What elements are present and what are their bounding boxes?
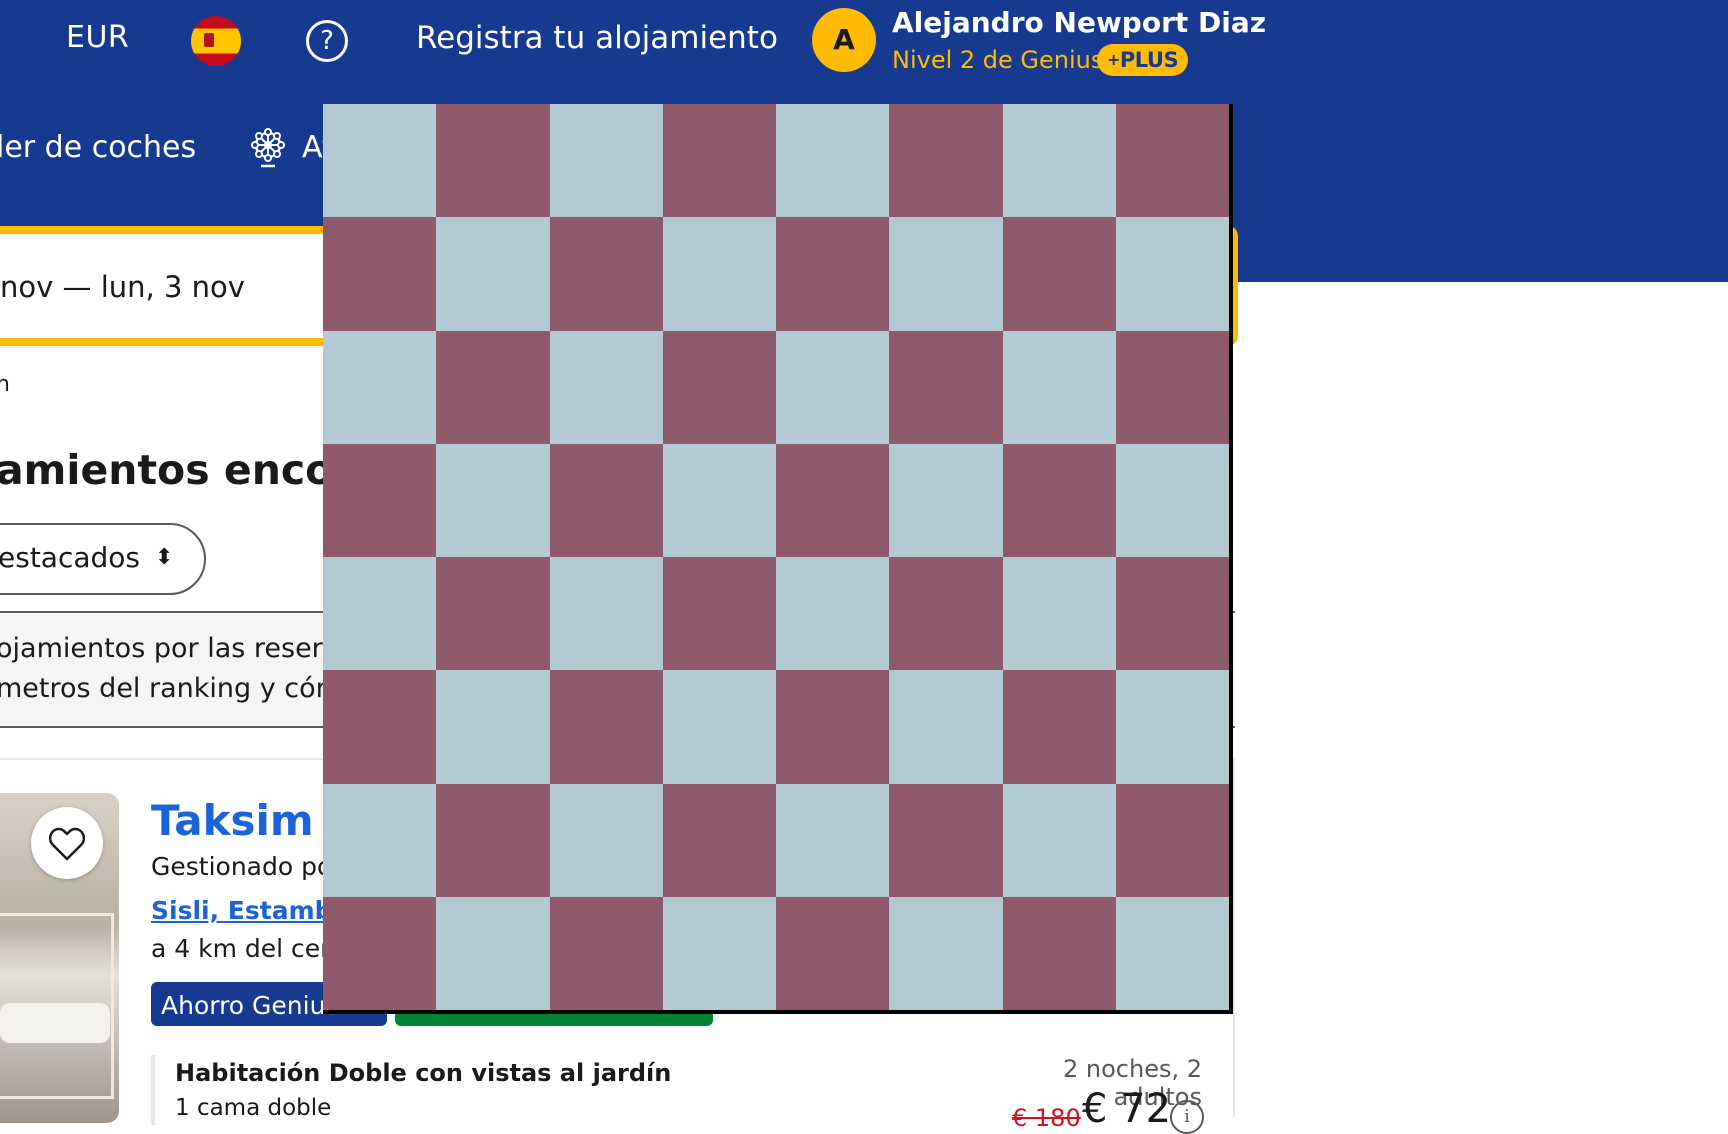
checker-square [549,104,663,218]
checker-square [549,217,663,331]
old-price: € 180 [1012,1104,1081,1132]
checker-square [1002,104,1116,218]
new-price: € 72 [1082,1086,1172,1132]
checker-square [323,783,437,897]
avatar[interactable]: A [812,8,876,72]
checker-square [549,783,663,897]
checker-square [776,670,890,784]
genius-badge-label: Ahorro Genius [161,991,339,1020]
checker-square [1115,217,1229,331]
checker-square [889,557,1003,671]
checker-square [662,104,776,218]
checker-square [1115,670,1229,784]
checker-square [436,330,550,444]
checker-square [776,443,890,557]
user-name[interactable]: Alejandro Newport Diaz [892,6,1266,39]
checker-square [436,217,550,331]
ranking-info-line: ojamientos por las reserva [0,633,356,664]
date-range-field[interactable]: nov — lun, 3 nov [0,270,245,304]
overlay-shadow-bottom [323,1010,1233,1014]
sort-label: estacados [0,541,140,574]
managed-by: Gestionado por [151,852,343,881]
checker-square [549,670,663,784]
checker-square [323,217,437,331]
checker-square [776,557,890,671]
photo-pillow [0,1003,110,1043]
checker-square [662,330,776,444]
checker-square [662,217,776,331]
checker-square [323,104,437,218]
checker-square [662,557,776,671]
room-title: Habitación Doble con vistas al jardín [175,1059,672,1087]
checker-square [776,330,890,444]
spain-flag-icon[interactable] [191,16,241,66]
checker-square [889,330,1003,444]
genius-level: Nivel 2 de Genius [892,46,1104,74]
help-icon[interactable]: ? [306,20,348,62]
currency-selector[interactable]: EUR [66,20,129,55]
checkerboard-overlay [323,104,1229,1010]
checker-square [1002,330,1116,444]
card-border [1233,760,1235,1117]
room-accent-bar [151,1055,155,1125]
ferris-wheel-icon [251,128,285,168]
checker-square [1115,557,1229,671]
checker-square [436,443,550,557]
register-property-link[interactable]: Registra tu alojamiento [416,20,778,56]
checker-square [889,783,1003,897]
checker-square [889,217,1003,331]
checker-square [1115,330,1229,444]
checker-square [889,104,1003,218]
plus-mark: + [1107,50,1120,69]
checker-square [1002,783,1116,897]
checker-square [323,896,437,1010]
checker-square [549,443,663,557]
checker-square [662,896,776,1010]
checker-square [889,670,1003,784]
checker-square [436,557,550,671]
checker-square [1115,783,1229,897]
room-bed: 1 cama doble [175,1095,332,1121]
distance-text: a 4 km del cent [151,934,346,963]
checker-square [323,557,437,671]
checker-square [323,330,437,444]
checker-square [662,443,776,557]
heart-icon [48,827,86,861]
nav-car-rental[interactable]: ler de coches [0,130,196,165]
checker-square [776,783,890,897]
favorite-button[interactable] [31,807,103,879]
checker-square [1115,896,1229,1010]
checker-square [889,443,1003,557]
plus-badge-label: PLUS [1119,48,1179,72]
checker-square [776,104,890,218]
checker-square [323,670,437,784]
checker-square [1002,557,1116,671]
price-info-icon[interactable]: i [1170,1100,1204,1134]
checker-square [549,557,663,671]
ranking-info-link[interactable]: metros del ranking y cóm [0,673,342,704]
checker-square [889,896,1003,1010]
checker-square [776,217,890,331]
checker-square [1002,896,1116,1010]
checker-square [662,670,776,784]
checker-square [436,783,550,897]
checker-square [1115,443,1229,557]
checker-square [549,330,663,444]
checker-square [436,896,550,1010]
sort-updown-icon: ⬍ [155,544,174,569]
checker-square [662,783,776,897]
overlay-shadow-right [1229,104,1233,1014]
checker-square [1002,443,1116,557]
checker-square [1002,670,1116,784]
checker-square [776,896,890,1010]
breadcrumb[interactable]: n [0,372,10,397]
plus-badge: +PLUS [1097,44,1189,76]
checker-square [1115,104,1229,218]
checker-square [1002,217,1116,331]
flag-crest [204,33,214,47]
checker-square [436,104,550,218]
checker-square [323,443,437,557]
checker-square [436,670,550,784]
checker-square [549,896,663,1010]
